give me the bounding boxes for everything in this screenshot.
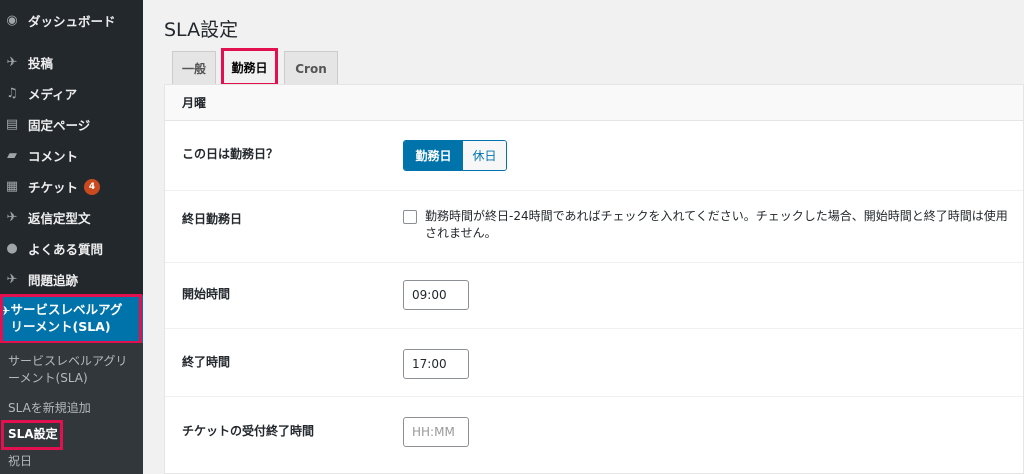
all-day-label: 終日勤務日 bbox=[182, 212, 243, 226]
page-title: SLA設定 bbox=[164, 19, 239, 41]
end-time-input[interactable] bbox=[403, 349, 469, 379]
pin-icon: ✈ bbox=[6, 55, 18, 70]
start-time-input[interactable] bbox=[403, 280, 469, 310]
sidebar-item-label: 返信定型文 bbox=[28, 211, 91, 226]
admin-sidebar: ◉ ダッシュボード ✈ 投稿 ♫ メディア ▤ 固定ページ ▰ コメント ▦ チ… bbox=[0, 0, 143, 474]
sidebar-item-label: メディア bbox=[28, 87, 78, 102]
submenu-item-sla-list[interactable]: サービスレベルアグリーメント(SLA) bbox=[8, 353, 138, 387]
tab-label: Cron bbox=[295, 61, 327, 76]
ticket-count-badge: 4 bbox=[84, 178, 101, 195]
page-icon: ▤ bbox=[5, 117, 19, 132]
tab-label: 一般 bbox=[181, 62, 206, 76]
row-is-workday: この日は勤務日？ 勤務日 休日 bbox=[165, 121, 1023, 191]
pin-icon: ✈ bbox=[6, 210, 18, 225]
comment-icon: ▰ bbox=[7, 148, 17, 163]
media-icon: ♫ bbox=[6, 86, 18, 101]
dashboard-icon: ◉ bbox=[6, 13, 18, 28]
ticket-cutoff-label: チケットの受付終了時間 bbox=[182, 424, 315, 438]
sidebar-item-label: 問題追跡 bbox=[28, 273, 79, 288]
tab-label: 勤務日 bbox=[231, 60, 268, 75]
ticket-cutoff-input[interactable] bbox=[403, 417, 469, 447]
main-content: SLA設定 一般 勤務日 Cron 月曜 この日は勤務日？ 勤務日 休日 終日勤… bbox=[143, 0, 1024, 474]
pin-icon: ✈ bbox=[6, 272, 18, 287]
row-end-time: 終了時間 bbox=[165, 329, 1023, 397]
sidebar-item-label: ダッシュボード bbox=[28, 14, 116, 29]
sidebar-item-label: チケット bbox=[28, 180, 79, 195]
tab-workdays[interactable]: 勤務日 bbox=[221, 48, 278, 86]
sidebar-item-dashboard[interactable]: ◉ ダッシュボード bbox=[0, 5, 143, 36]
workday-toggle: 勤務日 休日 bbox=[403, 140, 507, 171]
sidebar-item-sla[interactable]: ✈ サービスレベルアグリーメント(SLA) bbox=[0, 295, 143, 343]
sidebar-item-label: よくある質問 bbox=[28, 242, 104, 257]
start-time-label: 開始時間 bbox=[182, 287, 231, 301]
holiday-option-button[interactable]: 休日 bbox=[463, 141, 506, 170]
sidebar-item-label: コメント bbox=[28, 149, 79, 164]
row-all-day: 終日勤務日 勤務時間が終日-24時間であればチェックを入れてください。チェックし… bbox=[165, 191, 1023, 263]
is-workday-label: この日は勤務日？ bbox=[182, 147, 279, 161]
submenu-item-add-sla[interactable]: SLAを新規追加 bbox=[8, 400, 91, 417]
tab-general[interactable]: 一般 bbox=[172, 51, 216, 85]
panel-heading: 月曜 bbox=[165, 85, 1023, 121]
sidebar-item-label: サービスレベルアグリーメント(SLA) bbox=[10, 302, 123, 334]
sidebar-item-media[interactable]: ♫ メディア bbox=[0, 78, 143, 109]
tab-cron[interactable]: Cron bbox=[284, 51, 338, 85]
row-start-time: 開始時間 bbox=[165, 263, 1023, 329]
row-ticket-cutoff: チケットの受付終了時間 bbox=[165, 397, 1023, 467]
ticket-icon: ▦ bbox=[5, 179, 19, 194]
submenu-item-holidays[interactable]: 祝日 bbox=[8, 453, 32, 470]
sidebar-item-canned-replies[interactable]: ✈ 返信定型文 bbox=[0, 202, 143, 233]
sidebar-item-pages[interactable]: ▤ 固定ページ bbox=[0, 109, 143, 140]
sidebar-item-label: 投稿 bbox=[28, 56, 54, 71]
submenu-item-sla-settings[interactable]: SLA設定 bbox=[8, 426, 58, 443]
workday-settings-panel: 月曜 この日は勤務日？ 勤務日 休日 終日勤務日 勤務時間が終日-24時間であれ… bbox=[164, 84, 1024, 474]
pin-icon: ✈ bbox=[0, 303, 11, 318]
sidebar-item-issue-tracking[interactable]: ✈ 問題追跡 bbox=[0, 264, 143, 295]
sidebar-item-faq[interactable]: ● よくある質問 bbox=[0, 233, 143, 264]
all-day-checkbox[interactable] bbox=[403, 210, 417, 224]
all-day-description: 勤務時間が終日-24時間であればチェックを入れてください。チェックした場合、開始… bbox=[425, 209, 1008, 240]
end-time-label: 終了時間 bbox=[182, 355, 231, 369]
sidebar-item-posts[interactable]: ✈ 投稿 bbox=[0, 47, 143, 78]
sidebar-item-comments[interactable]: ▰ コメント bbox=[0, 140, 143, 171]
sidebar-item-tickets[interactable]: ▦ チケット 4 bbox=[0, 171, 143, 202]
workday-option-button[interactable]: 勤務日 bbox=[404, 141, 463, 170]
sidebar-submenu: サービスレベルアグリーメント(SLA) SLAを新規追加 SLA設定 祝日 bbox=[0, 343, 143, 474]
question-icon: ● bbox=[6, 241, 18, 256]
sidebar-item-label: 固定ページ bbox=[28, 118, 91, 133]
